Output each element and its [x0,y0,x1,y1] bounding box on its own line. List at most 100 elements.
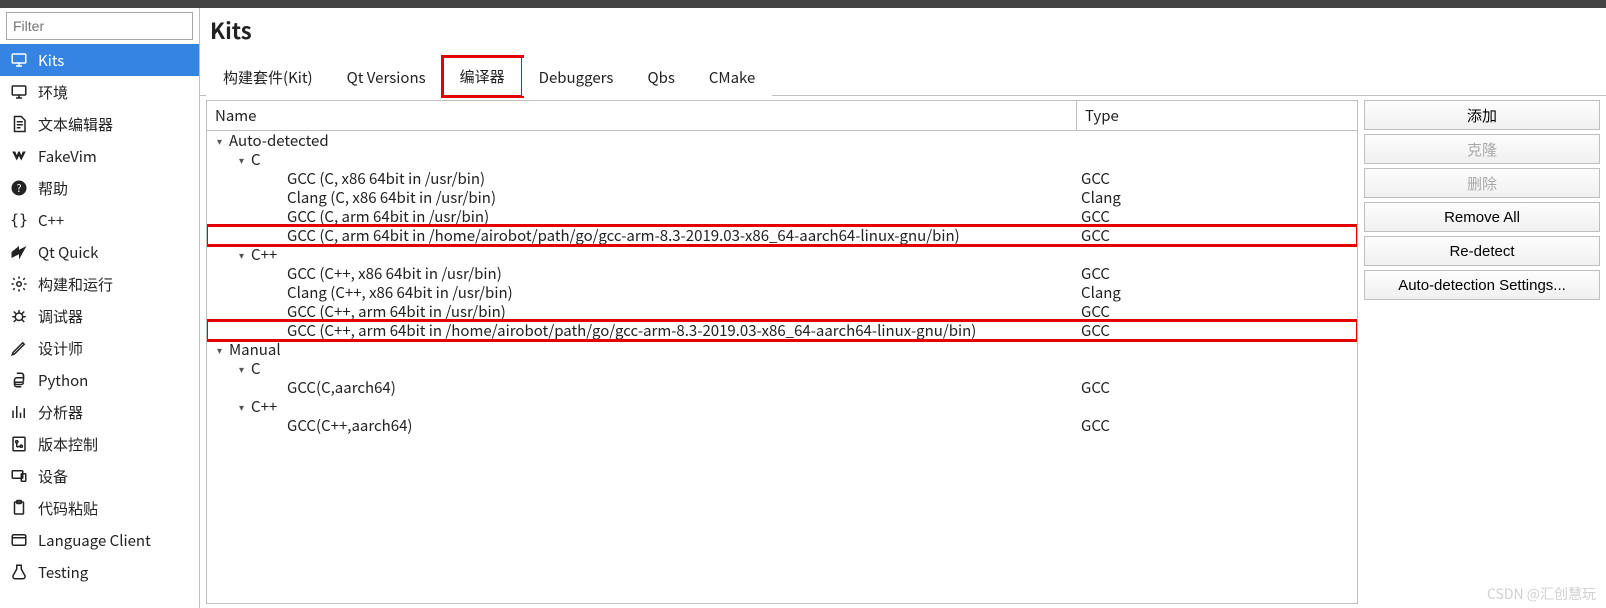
tree-row[interactable]: GCC (C++, arm 64bit in /home/airobot/pat… [207,321,1357,340]
sidebar-item-label: 环境 [38,82,68,103]
tree-row-name: C [251,150,261,169]
compilers-tree[interactable]: Name Type ▾Auto-detected▾CGCC (C, x86 64… [206,100,1358,604]
page-title: Kits [200,8,1606,56]
sidebar-item-label: Language Client [38,530,151,551]
tree-row[interactable]: Clang (C, x86 64bit in /usr/bin)Clang [207,188,1357,207]
sidebar-item-3[interactable]: FakeVim [0,140,199,172]
tree-row-type: GCC [1077,264,1357,283]
tree-row[interactable]: GCC(C,aarch64) GCC [207,378,1357,397]
tree-row[interactable]: GCC (C++, arm 64bit in /usr/bin)GCC [207,302,1357,321]
tree-row-type: GCC [1077,416,1357,435]
testing-icon [10,563,28,581]
remove-all-button[interactable]: Remove All [1364,202,1600,232]
sidebar-item-16[interactable]: Testing [0,556,199,588]
tab-5[interactable]: CMake [692,58,773,96]
tab-4[interactable]: Qbs [630,58,691,96]
sidebar-item-label: FakeVim [38,146,97,167]
sidebar: Kits 环境文本编辑器 FakeVim ?帮助{}C++ Qt Quick 构建和运行调… [0,8,200,608]
tree-row-name: C++ [251,245,277,264]
tab-2[interactable]: 编译器 [443,57,522,96]
tree-row-name: GCC (C++, arm 64bit in /usr/bin) [287,302,506,321]
tree-row-name: C++ [251,397,277,416]
braces-icon: {} [10,211,28,229]
tab-1[interactable]: Qt Versions [330,58,443,96]
sidebar-item-9[interactable]: 设计师 [0,332,199,364]
expand-arrow-icon[interactable]: ▾ [239,359,249,378]
column-type[interactable]: Type [1077,101,1357,130]
tree-row-name: GCC(C++,aarch64) [287,416,412,435]
sidebar-item-13[interactable]: 设备 [0,460,199,492]
tabs: 构建套件(Kit)Qt Versions编译器DebuggersQbsCMake [200,56,1606,96]
column-name[interactable]: Name [207,101,1077,130]
sidebar-item-label: 分析器 [38,402,83,423]
expand-arrow-icon[interactable]: ▾ [239,397,249,416]
tree-row[interactable]: ▾C [207,150,1357,169]
help-icon: ? [10,179,28,197]
expand-arrow-icon[interactable]: ▾ [217,340,227,359]
tree-row-name: GCC (C++, arm 64bit in /home/airobot/pat… [287,321,976,340]
filter-input[interactable] [6,12,193,40]
sidebar-item-0[interactable]: Kits [0,44,199,76]
tree-row[interactable]: ▾C++ [207,397,1357,416]
tree-row[interactable]: GCC (C, x86 64bit in /usr/bin) GCC [207,169,1357,188]
expand-arrow-icon[interactable]: ▾ [239,150,249,169]
tree-row[interactable]: ▾Auto-detected [207,131,1357,150]
tree-row[interactable]: GCC (C, arm 64bit in /usr/bin) GCC [207,207,1357,226]
sidebar-item-1[interactable]: 环境 [0,76,199,108]
sidebar-item-8[interactable]: 调试器 [0,300,199,332]
bug-icon [10,307,28,325]
tab-0[interactable]: 构建套件(Kit) [206,58,330,96]
sidebar-item-7[interactable]: 构建和运行 [0,268,199,300]
sidebar-item-label: 调试器 [38,306,83,327]
sidebar-item-4[interactable]: ?帮助 [0,172,199,204]
tree-row[interactable]: ▾C++ [207,245,1357,264]
sidebar-item-12[interactable]: 版本控制 [0,428,199,460]
tree-row-name: Clang (C, x86 64bit in /usr/bin) [287,188,496,207]
sidebar-item-label: 设备 [38,466,68,487]
sidebar-item-15[interactable]: Language Client [0,524,199,556]
tree-row-name: Manual [229,340,281,359]
sidebar-item-label: 设计师 [38,338,83,359]
sidebar-item-11[interactable]: 分析器 [0,396,199,428]
tree-row-type: GCC [1077,169,1357,188]
redetect-button[interactable]: Re-detect [1364,236,1600,266]
sidebar-nav: Kits 环境文本编辑器 FakeVim ?帮助{}C++ Qt Quick 构建和运行调… [0,44,199,608]
tree-row-name: GCC(C,aarch64) [287,378,396,397]
sidebar-item-label: 文本编辑器 [38,114,113,135]
python-icon [10,371,28,389]
paste-icon [10,499,28,517]
tree-row[interactable]: GCC(C++,aarch64) GCC [207,416,1357,435]
monitor-icon [10,83,28,101]
auto-detection-settings-button[interactable]: Auto-detection Settings... [1364,270,1600,300]
sidebar-item-label: 版本控制 [38,434,98,455]
tree-row-type: GCC [1077,321,1357,340]
tree-row-name: GCC (C, x86 64bit in /usr/bin) [287,169,485,188]
tree-row-name: GCC (C, arm 64bit in /usr/bin) [287,207,489,226]
sidebar-item-6[interactable]: Qt Quick [0,236,199,268]
sidebar-item-2[interactable]: 文本编辑器 [0,108,199,140]
pencil-icon [10,339,28,357]
tree-row[interactable]: GCC (C, arm 64bit in /home/airobot/path/… [207,226,1357,245]
sidebar-item-14[interactable]: 代码粘贴 [0,492,199,524]
tree-row[interactable]: GCC (C++, x86 64bit in /usr/bin)GCC [207,264,1357,283]
tree-row-type: GCC [1077,378,1357,397]
expand-arrow-icon[interactable]: ▾ [217,131,227,150]
sidebar-item-10[interactable]: Python [0,364,199,396]
tree-row-type: GCC [1077,207,1357,226]
delete-button: 删除 [1364,168,1600,198]
document-icon [10,115,28,133]
sidebar-item-label: 构建和运行 [38,274,113,295]
add-button[interactable]: 添加 [1364,100,1600,130]
tree-row-type: Clang [1077,283,1357,302]
analyzer-icon [10,403,28,421]
sidebar-item-label: Qt Quick [38,242,98,263]
tree-row[interactable]: ▾Manual [207,340,1357,359]
monitor-icon [10,51,28,69]
tree-row[interactable]: ▾C [207,359,1357,378]
tree-header: Name Type [207,101,1357,131]
sidebar-item-5[interactable]: {}C++ [0,204,199,236]
tab-3[interactable]: Debuggers [522,58,631,96]
tree-row[interactable]: Clang (C++, x86 64bit in /usr/bin)Clang [207,283,1357,302]
device-icon [10,467,28,485]
expand-arrow-icon[interactable]: ▾ [239,245,249,264]
